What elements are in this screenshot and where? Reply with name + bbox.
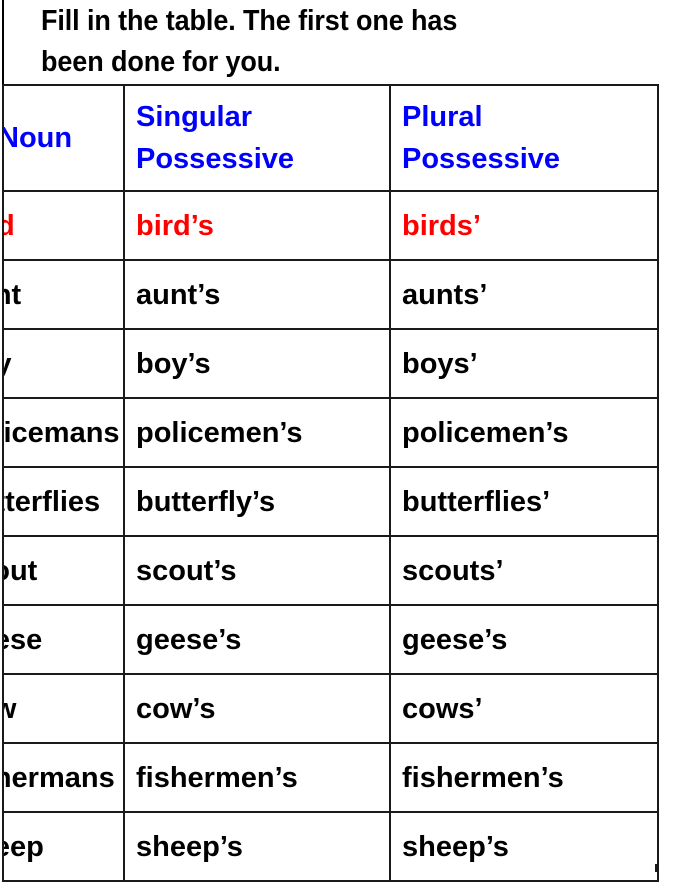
cell-noun-text: fishermans [5, 761, 115, 794]
table-body: birdbird’sbirds’auntaunt’saunts’boyboy’s… [2, 190, 659, 882]
cell-singular-possessive[interactable]: fishermen’s [123, 742, 391, 813]
column-header-plural-possessive-label: Plural Possessive [402, 101, 561, 175]
column-header-singular-possessive: Singular Possessive [123, 84, 391, 192]
cell-singular-possessive[interactable]: boy’s [123, 328, 391, 399]
cell-singular-possessive[interactable]: geese’s [123, 604, 391, 675]
possessive-nouns-table: Noun Singular Possessive Plural Possessi… [2, 84, 659, 882]
cell-plural-possessive[interactable]: aunts’ [389, 259, 659, 330]
column-header-noun: Noun [2, 84, 125, 192]
table-row: aunt aunt’saunts’ [2, 259, 659, 330]
cell-noun[interactable]: cow [2, 673, 125, 744]
cell-noun-text: bird [5, 207, 122, 245]
cell-singular-possessive[interactable]: butterfly’s [123, 466, 391, 537]
table-header-row: Noun Singular Possessive Plural Possessi… [2, 84, 659, 192]
cell-noun[interactable]: bird [2, 190, 125, 261]
cell-singular-possessive[interactable]: cow’s [123, 673, 391, 744]
cell-noun[interactable]: aunt [2, 259, 125, 330]
cell-plural-possessive[interactable]: butterflies’ [389, 466, 659, 537]
table-next-row-sliver [2, 864, 657, 872]
cell-noun-text: geese [5, 623, 43, 656]
cell-plural-possessive[interactable]: boys’ [389, 328, 659, 399]
table-row: scout scout’sscouts’ [2, 535, 659, 606]
table-row: butterflies butterfly’sbutterflies’ [2, 466, 659, 537]
cell-plural-possessive[interactable]: fishermen’s [389, 742, 659, 813]
cell-plural-possessive[interactable]: cows’ [389, 673, 659, 744]
cell-noun-text: sheep [5, 830, 44, 863]
instruction-heading: Fill in the table. The first one has bee… [0, 0, 682, 84]
cell-noun[interactable]: policemans [2, 397, 125, 468]
cell-singular-possessive[interactable]: aunt’s [123, 259, 391, 330]
table-header: Noun Singular Possessive Plural Possessi… [2, 84, 659, 192]
cell-noun-text: aunt [5, 278, 22, 311]
table-row: geese geese’sgeese’s [2, 604, 659, 675]
cell-plural-possessive[interactable]: scouts’ [389, 535, 659, 606]
table-row: fishermansfishermen’sfishermen’s [2, 742, 659, 813]
cell-noun-text: cow [5, 690, 122, 728]
cell-plural-possessive[interactable]: policemen’s [389, 397, 659, 468]
column-header-singular-possessive-label: Singular Possessive [136, 101, 295, 175]
instruction-line-1: Fill in the table. The first one has [41, 5, 458, 37]
table-row: cowcow’scows’ [2, 673, 659, 744]
table-row: birdbird’sbirds’ [2, 190, 659, 261]
cell-noun[interactable]: butterflies [2, 466, 125, 537]
table-row: policemanspolicemen’spolicemen’s [2, 397, 659, 468]
cell-plural-possessive[interactable]: geese’s [389, 604, 659, 675]
possessive-nouns-table-wrap: Noun Singular Possessive Plural Possessi… [2, 84, 659, 882]
cell-noun[interactable]: geese [2, 604, 125, 675]
cell-singular-possessive[interactable]: bird’s [123, 190, 391, 261]
column-divider-1 [123, 864, 125, 872]
cell-noun[interactable]: fishermans [2, 742, 125, 813]
column-header-noun-label: Noun [3, 122, 73, 154]
cell-noun[interactable]: scout [2, 535, 125, 606]
cell-noun-text: policemans [3, 416, 120, 449]
instruction-line-2: been done for you. [41, 46, 281, 78]
cell-singular-possessive[interactable]: scout’s [123, 535, 391, 606]
cell-noun-text: scout [5, 554, 38, 587]
cell-noun[interactable]: boy [2, 328, 125, 399]
table-row: boyboy’sboys’ [2, 328, 659, 399]
cell-plural-possessive[interactable]: birds’ [389, 190, 659, 261]
cell-noun-text: butterflies [5, 485, 101, 518]
cell-singular-possessive[interactable]: policemen’s [123, 397, 391, 468]
column-header-plural-possessive: Plural Possessive [389, 84, 659, 192]
worksheet-page: Fill in the table. The first one has bee… [0, 0, 682, 882]
cell-noun-text: boy [5, 345, 122, 383]
column-divider-2 [389, 864, 391, 872]
